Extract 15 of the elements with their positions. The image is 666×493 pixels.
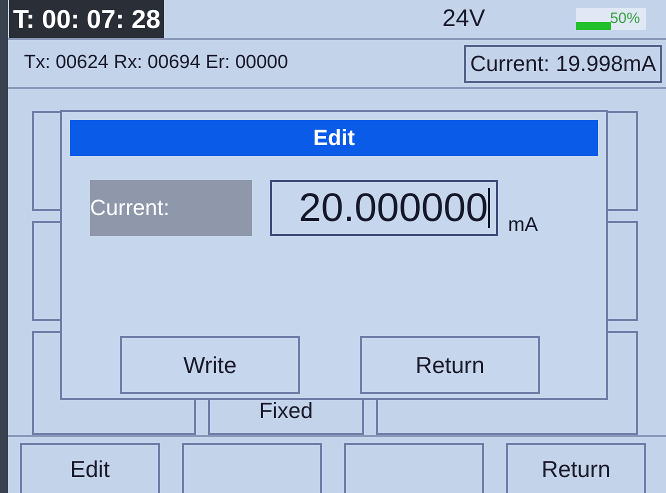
timer: T: 00: 07: 28 [9, 0, 164, 38]
field-label: Current: [90, 180, 252, 236]
voltage-reading: 24V [442, 4, 486, 34]
value-field[interactable]: 20.000000 [270, 180, 498, 236]
dialog-button[interactable]: Return [360, 336, 540, 394]
softkey-button[interactable]: Edit [20, 443, 160, 493]
dialog-title: Edit [70, 120, 598, 156]
current-reading: Current: 19.998mA [464, 44, 662, 82]
softkey-button[interactable]: Return [506, 443, 646, 493]
blank-softkey[interactable] [344, 443, 484, 493]
blank-softkey[interactable] [182, 443, 322, 493]
battery-meter: 50% [576, 8, 646, 30]
dialog-button[interactable]: Write [120, 336, 300, 394]
unit-label: mA [508, 213, 538, 238]
counters-text: Tx: 00624 Rx: 00694 Er: 00000 [24, 51, 288, 76]
